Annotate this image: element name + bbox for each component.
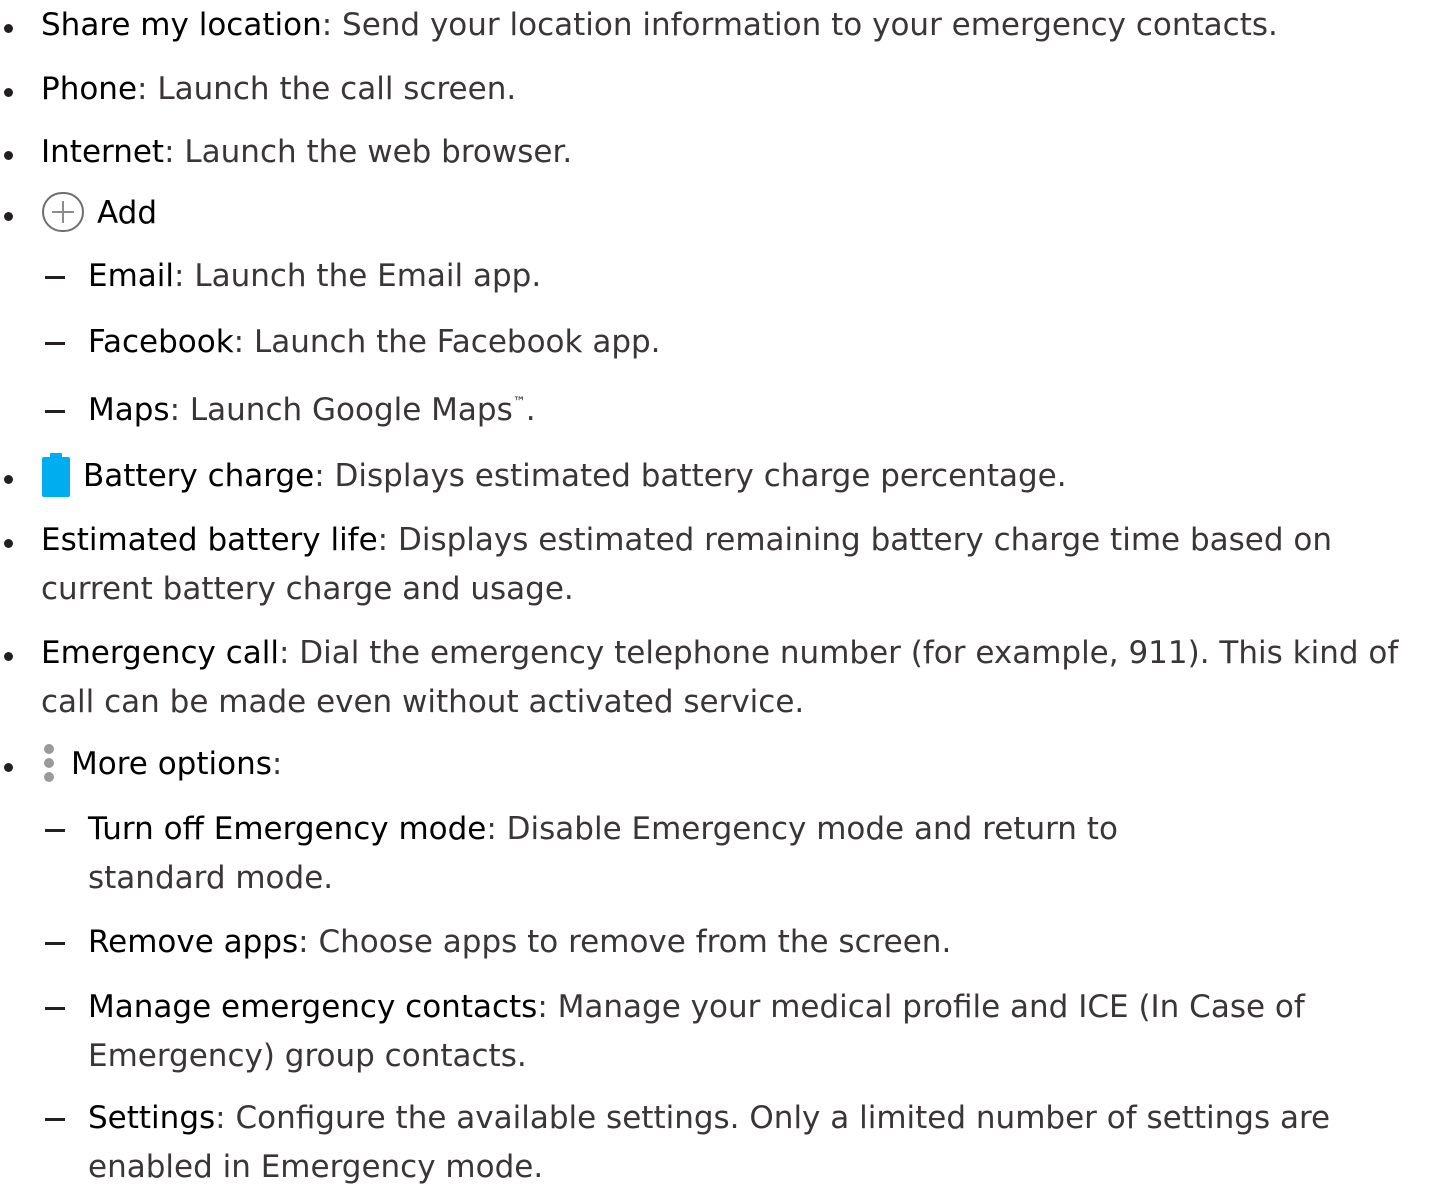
list-item-settings: Settings: Configure the available settin… bbox=[0, 1094, 1432, 1192]
list-item-facebook: Facebook: Launch the Facebook app. bbox=[0, 318, 1432, 367]
description: : Launch the Facebook app. bbox=[233, 324, 661, 360]
more-options-icon bbox=[44, 743, 54, 782]
description: : Launch the web browser. bbox=[164, 134, 573, 170]
term: Add bbox=[97, 195, 158, 231]
dash-bullet bbox=[45, 942, 65, 945]
term: Emergency call bbox=[41, 635, 279, 671]
term: Estimated battery life bbox=[41, 522, 378, 558]
bullet bbox=[0, 189, 32, 238]
list-item-internet: Internet: Launch the web browser. bbox=[0, 128, 1432, 177]
term: Facebook bbox=[88, 324, 234, 360]
term: Internet bbox=[41, 134, 165, 170]
list-item-more-options: More options: bbox=[0, 740, 1432, 789]
description: : Send your location information to your… bbox=[321, 7, 1278, 43]
dash-bullet bbox=[45, 410, 65, 413]
list-item-remove-apps: Remove apps: Choose apps to remove from … bbox=[0, 918, 1432, 967]
dash-bullet bbox=[45, 276, 65, 279]
term: More options bbox=[71, 746, 272, 782]
add-circle-icon bbox=[42, 191, 84, 232]
description: : Configure the available settings. Only… bbox=[88, 1100, 1331, 1185]
term: Manage emergency contacts bbox=[88, 989, 538, 1025]
term: Email bbox=[88, 258, 175, 294]
battery-icon bbox=[42, 452, 70, 497]
list-item-turn-off-emergency-mode: Turn off Emergency mode: Disable Emergen… bbox=[0, 805, 1432, 903]
term: Battery charge bbox=[83, 458, 315, 494]
description: : Displays estimated battery charge perc… bbox=[314, 458, 1067, 494]
bullet bbox=[0, 1, 32, 50]
list-item-estimated-battery-life: Estimated battery life: Displays estimat… bbox=[0, 516, 1432, 614]
bullet bbox=[0, 452, 32, 501]
bullet bbox=[0, 740, 32, 789]
term: Share my location bbox=[41, 7, 322, 43]
list-item-manage-emergency-contacts: Manage emergency contacts: Manage your m… bbox=[0, 983, 1432, 1081]
dash-bullet bbox=[45, 829, 65, 832]
term: Remove apps bbox=[88, 924, 299, 960]
term: Settings bbox=[88, 1100, 216, 1136]
dash-bullet bbox=[45, 1118, 65, 1121]
list-item-phone: Phone: Launch the call screen. bbox=[0, 65, 1432, 114]
term: Phone bbox=[41, 71, 138, 107]
description: : Launch the Email app. bbox=[174, 258, 542, 294]
description: : bbox=[271, 746, 283, 782]
period: . bbox=[525, 392, 536, 428]
bullet bbox=[0, 65, 32, 114]
list-item-battery-charge: Battery charge: Displays estimated batte… bbox=[0, 452, 1432, 501]
dash-bullet bbox=[45, 342, 65, 345]
description-continued: standard mode. bbox=[88, 860, 334, 896]
dash-bullet bbox=[45, 1007, 65, 1010]
emergency-mode-options-list: Share my location: Send your location in… bbox=[0, 0, 1456, 1188]
list-item-share-location: Share my location: Send your location in… bbox=[0, 1, 1432, 50]
list-item-maps: Maps: Launch Google Maps™. bbox=[0, 386, 1432, 435]
description: : Launch Google Maps bbox=[169, 392, 513, 428]
trademark-symbol: ™ bbox=[512, 395, 526, 410]
bullet bbox=[0, 629, 32, 678]
bullet bbox=[0, 128, 32, 177]
term: Maps bbox=[88, 392, 170, 428]
description: : Launch the call screen. bbox=[137, 71, 517, 107]
list-item-add: Add bbox=[0, 189, 1432, 238]
description: : Choose apps to remove from the screen. bbox=[298, 924, 952, 960]
list-item-email: Email: Launch the Email app. bbox=[0, 252, 1432, 301]
term: Turn off Emergency mode bbox=[88, 811, 487, 847]
description: : Disable Emergency mode and return to bbox=[486, 811, 1118, 847]
list-item-emergency-call: Emergency call: Dial the emergency telep… bbox=[0, 629, 1432, 727]
bullet bbox=[0, 516, 32, 565]
